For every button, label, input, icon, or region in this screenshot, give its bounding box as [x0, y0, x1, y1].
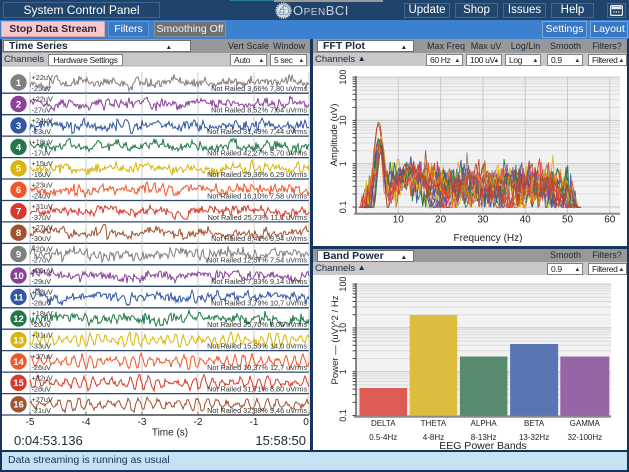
svg-text:Power — (uV)^2 / Hz: Power — (uV)^2 / Hz: [330, 295, 341, 384]
svg-text:Not Railed 29,36% 6,29 uVrms: Not Railed 29,36% 6,29 uVrms: [207, 170, 307, 179]
svg-text:32-100Hz: 32-100Hz: [567, 433, 602, 442]
svg-text:-25uV: -25uV: [32, 84, 52, 93]
svg-text:+18uV: +18uV: [32, 309, 53, 318]
svg-text:30: 30: [477, 215, 489, 226]
svg-text:0: 0: [303, 417, 309, 428]
svg-text:-27uV: -27uV: [32, 106, 52, 115]
svg-text:13: 13: [13, 335, 24, 346]
svg-text:10: 10: [13, 271, 24, 282]
svg-text:-4: -4: [82, 417, 91, 428]
svg-text:Frequency (Hz): Frequency (Hz): [454, 233, 523, 244]
svg-text:0.5-4Hz: 0.5-4Hz: [369, 433, 397, 442]
svg-text:+31uV: +31uV: [32, 331, 53, 340]
svg-text:Not Railed 31,71% 8,80 uVrms: Not Railed 31,71% 8,80 uVrms: [207, 384, 307, 393]
svg-text:+31uV: +31uV: [32, 202, 53, 211]
svg-text:+27uV: +27uV: [32, 352, 53, 361]
svg-text:0.1: 0.1: [338, 201, 348, 214]
svg-text:Not Railed 8,41% 9,94 uVrms: Not Railed 8,41% 9,94 uVrms: [211, 234, 307, 243]
svg-text:+22uV: +22uV: [32, 95, 53, 104]
svg-text:ALPHA: ALPHA: [471, 419, 498, 428]
svg-text:100: 100: [338, 70, 348, 85]
svg-text:-30uV: -30uV: [32, 234, 52, 243]
svg-text:Time (s): Time (s): [152, 428, 188, 439]
svg-text:-29uV: -29uV: [32, 277, 52, 286]
svg-text:1: 1: [16, 78, 22, 89]
svg-text:Not Railed 32,88% 9,46 uVrms: Not Railed 32,88% 9,46 uVrms: [207, 406, 307, 415]
svg-text:+22uV: +22uV: [32, 73, 53, 82]
svg-text:GAMMA: GAMMA: [570, 419, 601, 428]
svg-text:-21uV: -21uV: [32, 406, 52, 415]
svg-text:15: 15: [13, 378, 24, 389]
svg-text:Not Railed 31,49% 7,44 uVrms: Not Railed 31,49% 7,44 uVrms: [207, 127, 307, 136]
svg-text:3: 3: [16, 121, 21, 132]
svg-text:Amplitude (uV): Amplitude (uV): [329, 104, 340, 167]
svg-text:11: 11: [13, 292, 24, 303]
svg-text:2: 2: [16, 99, 21, 110]
svg-text:-27uV: -27uV: [32, 256, 52, 265]
svg-text:-28uV: -28uV: [32, 299, 52, 308]
svg-text:-33uV: -33uV: [32, 341, 52, 350]
svg-text:Not Railed 3,79% 10,7 uVrms: Not Railed 3,79% 10,7 uVrms: [211, 299, 307, 308]
svg-text:-16uV: -16uV: [32, 170, 52, 179]
svg-text:Not Railed 25,70% 8,05 uVrms: Not Railed 25,70% 8,05 uVrms: [207, 320, 307, 329]
svg-text:40: 40: [520, 215, 532, 226]
svg-text:-28uV: -28uV: [32, 384, 52, 393]
svg-text:+28uV: +28uV: [32, 288, 53, 297]
svg-text:Not Railed 42,27% 5,70 uVrms: Not Railed 42,27% 5,70 uVrms: [207, 148, 307, 157]
svg-text:Not Railed 16,10% 7,58 uVrms: Not Railed 16,10% 7,58 uVrms: [207, 191, 307, 200]
svg-text:-1: -1: [250, 417, 259, 428]
svg-text:-5: -5: [26, 417, 35, 428]
svg-text:Not Railed 10,37% 12,7 uVrms: Not Railed 10,37% 12,7 uVrms: [207, 363, 307, 372]
svg-text:+18uV: +18uV: [32, 137, 53, 146]
svg-text:-23uV: -23uV: [32, 127, 52, 136]
svg-text:4: 4: [16, 142, 22, 153]
svg-text:DELTA: DELTA: [371, 419, 396, 428]
svg-text:0.1: 0.1: [338, 409, 348, 422]
svg-text:Not Railed 3,66% 7,80 uVrms: Not Railed 3,66% 7,80 uVrms: [211, 84, 307, 93]
svg-text:-26uV: -26uV: [32, 363, 52, 372]
svg-text:+20uV: +20uV: [32, 245, 53, 254]
svg-text:20: 20: [435, 215, 447, 226]
svg-text:6: 6: [16, 185, 21, 196]
svg-text:Not Railed 7,83% 9,14 uVrms: Not Railed 7,83% 9,14 uVrms: [211, 277, 307, 286]
svg-text:-3: -3: [138, 417, 147, 428]
svg-text:BETA: BETA: [524, 419, 545, 428]
svg-text:-2: -2: [194, 417, 203, 428]
svg-text:+24uV: +24uV: [32, 116, 53, 125]
svg-text:+21uV: +21uV: [32, 266, 53, 275]
svg-text:12: 12: [13, 314, 24, 325]
svg-text:-17uV: -17uV: [32, 148, 52, 157]
svg-text:10: 10: [393, 215, 405, 226]
svg-text:9: 9: [16, 250, 21, 261]
svg-text:+15uV: +15uV: [32, 159, 53, 168]
svg-text:7: 7: [16, 207, 21, 218]
svg-text:-20uV: -20uV: [32, 320, 52, 329]
svg-text:16: 16: [13, 400, 24, 411]
svg-text:Not Railed 12,57% 7,54 uVrms: Not Railed 12,57% 7,54 uVrms: [207, 256, 307, 265]
svg-text:-37uV: -37uV: [32, 213, 52, 222]
svg-text:THETA: THETA: [421, 419, 447, 428]
svg-text:Not Railed 15,53% 14,0 uVrms: Not Railed 15,53% 14,0 uVrms: [207, 341, 307, 350]
svg-text:Not Railed 8,52% 7,64 uVrms: Not Railed 8,52% 7,64 uVrms: [211, 106, 307, 115]
svg-text:-24uV: -24uV: [32, 191, 52, 200]
svg-text:Not Railed 25,73% 11,1 uVrms: Not Railed 25,73% 11,1 uVrms: [208, 213, 308, 222]
svg-text:50: 50: [562, 215, 574, 226]
svg-text:14: 14: [13, 357, 24, 368]
svg-text:+32uV: +32uV: [32, 373, 53, 382]
svg-text:+23uV: +23uV: [32, 180, 53, 189]
svg-text:+27uV: +27uV: [32, 223, 53, 232]
svg-text:5: 5: [16, 164, 22, 175]
svg-text:60: 60: [604, 215, 616, 226]
svg-text:100: 100: [338, 277, 348, 292]
svg-text:8: 8: [16, 228, 21, 239]
svg-text:+27uV: +27uV: [32, 395, 53, 404]
